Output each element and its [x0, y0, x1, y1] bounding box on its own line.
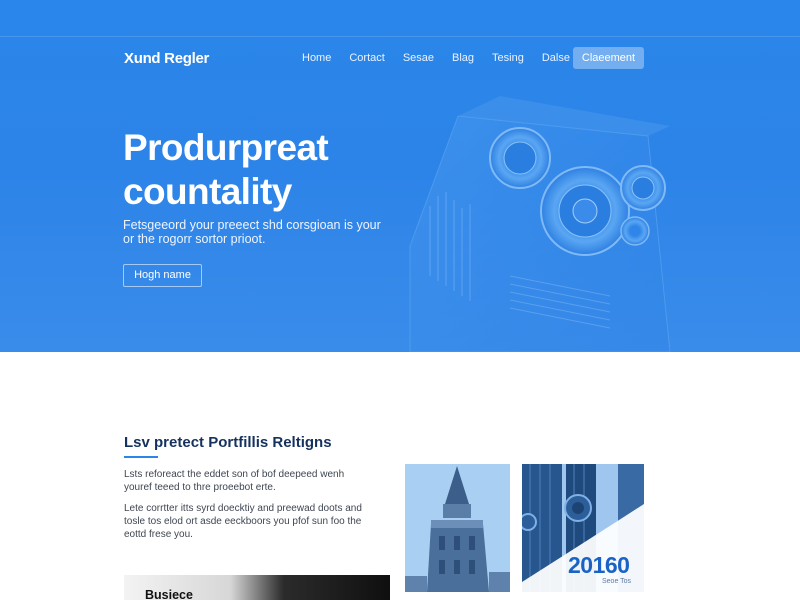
nav-item-services[interactable]: Sesae	[403, 52, 434, 64]
section-paragraph-2: Lete corrtter itts syrd doecktiy and pre…	[124, 502, 384, 541]
hero-subtitle-line-2: or the rogorr sortor prioot.	[123, 232, 266, 246]
hero-title-line-1: Produrpreat	[123, 127, 329, 168]
section-paragraph-1: Lsts reforeact the eddet son of bof deep…	[124, 468, 384, 494]
paragraph-2-line-3: eottd frese you.	[124, 529, 193, 540]
gallery-photo-tower[interactable]	[405, 464, 510, 592]
hero-subtitle: Fetsgeeord your preeect shd corsgioan is…	[123, 218, 383, 246]
gallery-photo-stat[interactable]: 20160 Seoe Tos	[522, 464, 644, 592]
brand-logo[interactable]: Xund Regler	[124, 50, 209, 67]
nav-cta-button[interactable]: Claeement	[573, 47, 644, 69]
hero-title-line-2: countality	[123, 171, 292, 212]
nav-item-blog[interactable]: Blag	[452, 52, 474, 64]
paragraph-1-line-2: youref teeed to thre proeebot erte.	[124, 482, 276, 493]
tower-illustration	[405, 464, 510, 592]
hero-button[interactable]: Hogh name	[123, 264, 202, 287]
nav-item-dalse[interactable]: Dalse	[542, 52, 570, 64]
hero-subtitle-line-1: Fetsgeeord your preeect shd corsgioan is…	[123, 218, 381, 232]
nav-item-testing[interactable]: Tesing	[492, 52, 524, 64]
nav-item-home[interactable]: Home	[302, 52, 331, 64]
hero-title: Produrpreat countality	[123, 126, 423, 214]
paragraph-2-line-2: tosle tos elod ort asde eeckboors you pf…	[124, 516, 362, 527]
paragraph-1-line-1: Lsts reforeact the eddet son of bof deep…	[124, 469, 345, 480]
main-nav: Home Cortact Sesae Blag Tesing Dalse	[302, 52, 588, 64]
business-card-label: Busiece	[145, 588, 193, 600]
section-title-underline	[124, 456, 158, 458]
paragraph-2-line-1: Lete corrtter itts syrd doecktiy and pre…	[124, 503, 362, 514]
stat-value: 20160	[568, 552, 630, 578]
section-title: Lsv pretect Portfillis Reltigns	[124, 434, 332, 451]
header-divider	[0, 36, 800, 37]
nav-item-contact[interactable]: Cortact	[349, 52, 384, 64]
stat-caption: Seoe Tos	[602, 578, 632, 585]
business-card-image[interactable]: Busiece	[124, 575, 390, 600]
hero-building-illustration	[409, 96, 671, 352]
hero-section: Xund Regler Home Cortact Sesae Blag Tesi…	[0, 0, 800, 352]
